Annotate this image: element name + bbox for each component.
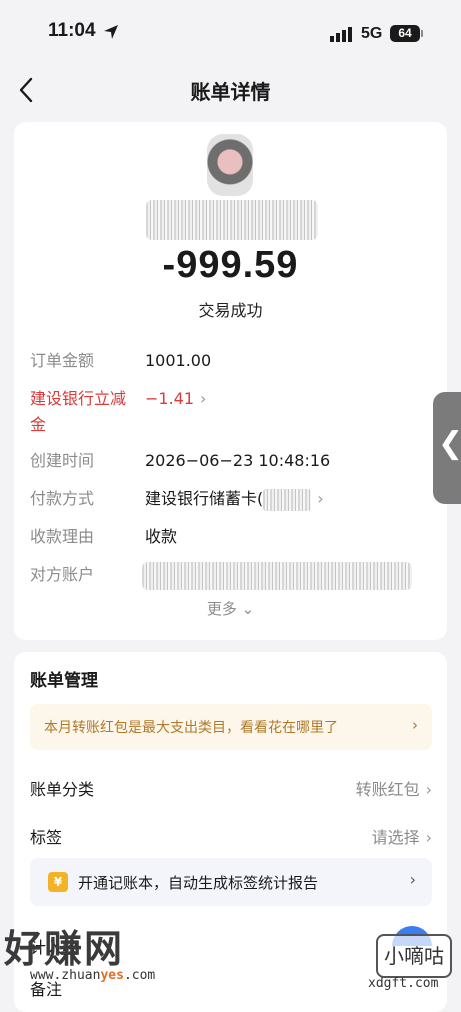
chevron-right-icon: › bbox=[425, 828, 432, 847]
tag-value: 请选择 › bbox=[371, 828, 432, 847]
tag-label: 标签 bbox=[30, 828, 63, 847]
detail-value: −1.41 › bbox=[145, 386, 206, 412]
chevron-right-icon: › bbox=[409, 870, 416, 889]
category-value: 转账红包 › bbox=[355, 780, 432, 799]
watermark-url-right: xdgft.com bbox=[368, 976, 439, 991]
watermark-url-left: www.zhuanyes.com bbox=[30, 968, 156, 983]
transaction-amount: -999.59 bbox=[162, 244, 299, 286]
transaction-card: -999.59 交易成功 订单金额 1001.00 建设银行立减金 −1.41 ›… bbox=[14, 122, 447, 640]
avatar bbox=[207, 134, 253, 196]
counterparty-name-redacted bbox=[146, 200, 318, 240]
chevron-left-icon: ❮ bbox=[438, 426, 461, 461]
chevron-right-icon: › bbox=[425, 780, 432, 799]
more-toggle[interactable]: 更多 ⌄ bbox=[14, 598, 447, 619]
detail-label: 创建时间 bbox=[30, 451, 95, 470]
promo-text: 开通记账本，自动生成标签统计报告 bbox=[78, 874, 319, 892]
network-type: 5G bbox=[361, 25, 383, 42]
card-number-redacted bbox=[263, 488, 312, 511]
cellular-signal-icon bbox=[330, 27, 352, 42]
page-title: 账单详情 bbox=[190, 80, 271, 104]
account-redacted bbox=[142, 562, 412, 590]
chevron-right-icon: › bbox=[200, 389, 207, 408]
watermark-logo-left: 好赚网 bbox=[4, 927, 125, 971]
detail-value: 收款 bbox=[145, 527, 178, 546]
status-time: 11:04 bbox=[48, 20, 96, 41]
detail-label: 收款理由 bbox=[30, 527, 95, 546]
status-bar: 11:04 5G 64 bbox=[0, 0, 461, 70]
floating-side-handle[interactable]: ❮ bbox=[433, 392, 461, 504]
detail-label: 付款方式 bbox=[30, 489, 95, 508]
tip-text: 本月转账红包是最大支出类目，看看花在哪里了 bbox=[44, 720, 338, 736]
watermark-logo-right: 小嘀咕 bbox=[376, 934, 452, 978]
chevron-down-icon: ⌄ bbox=[241, 600, 255, 618]
battery-icon: 64 bbox=[390, 25, 420, 42]
chevron-right-icon: › bbox=[412, 716, 418, 734]
nav-bar: 账单详情 bbox=[0, 70, 461, 110]
section-title: 账单管理 bbox=[30, 671, 98, 691]
spending-tip-banner[interactable]: 本月转账红包是最大支出类目，看看花在哪里了 › bbox=[30, 704, 432, 750]
transaction-status: 交易成功 bbox=[198, 301, 263, 320]
detail-value: 1001.00 bbox=[145, 351, 212, 370]
chevron-right-icon: › bbox=[317, 489, 324, 508]
detail-label: 订单金额 bbox=[30, 351, 95, 370]
bookkeeping-promo-banner[interactable]: ¥ 开通记账本，自动生成标签统计报告 › bbox=[30, 858, 432, 906]
detail-label: 对方账户 bbox=[30, 565, 95, 584]
yen-icon: ¥ bbox=[48, 872, 68, 892]
battery-cap bbox=[421, 30, 423, 37]
category-label: 账单分类 bbox=[30, 780, 95, 799]
detail-value: 建设银行储蓄卡(› bbox=[145, 486, 324, 512]
detail-value: 2026−06−23 10:48:16 bbox=[145, 451, 331, 470]
detail-label: 建设银行立减金 bbox=[30, 389, 127, 434]
location-arrow-icon bbox=[104, 25, 118, 39]
